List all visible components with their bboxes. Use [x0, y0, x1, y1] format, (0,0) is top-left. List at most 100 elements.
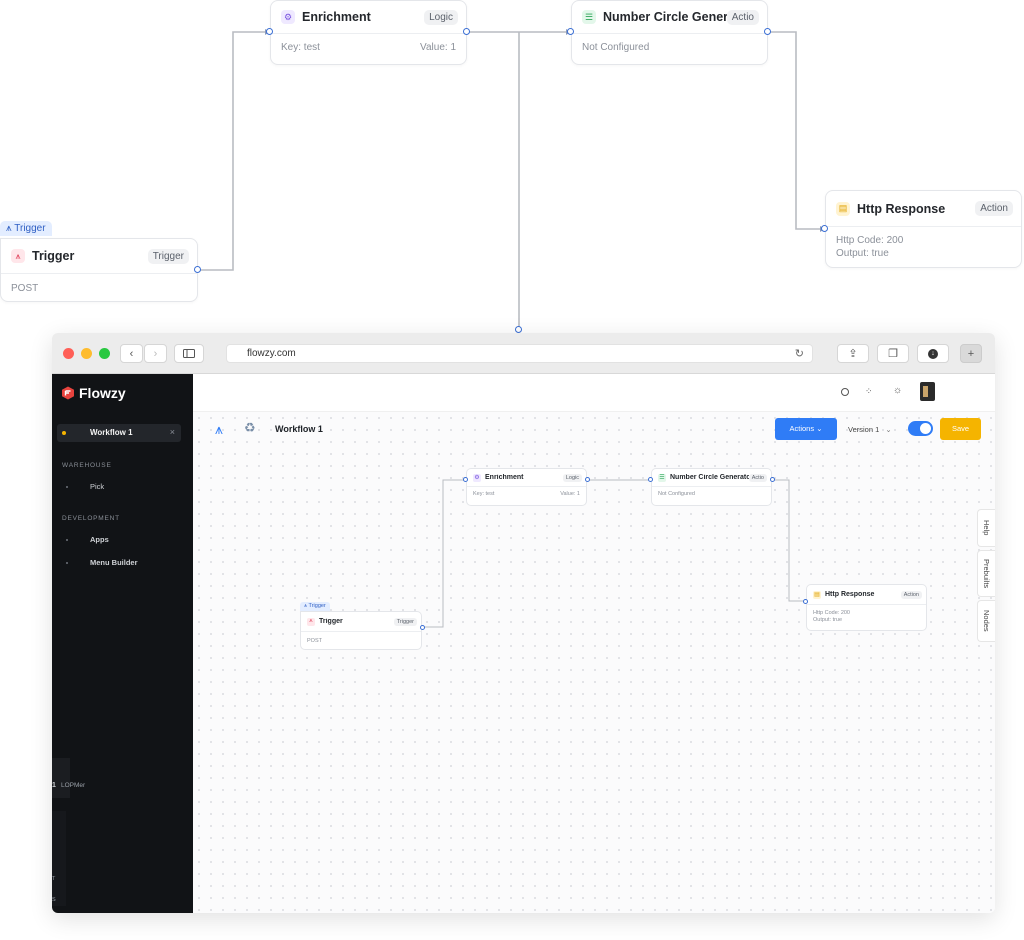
edge-trigger-enrichment [198, 31, 270, 271]
avatar[interactable] [920, 382, 935, 401]
node-tag: Action [975, 201, 1013, 216]
sidebar-workflow-tab[interactable]: Workflow 1 × [57, 424, 181, 442]
trigger-label: ⩚ Trigger [300, 602, 330, 611]
edge-number-http [772, 479, 806, 602]
input-port[interactable] [463, 477, 468, 482]
circle-icon[interactable] [841, 388, 849, 396]
sidebar-icon [183, 349, 195, 358]
bullet-icon [66, 486, 68, 489]
sidebar-item-menu-builder[interactable]: Menu Builder [66, 558, 138, 567]
forward-button[interactable]: › [144, 344, 167, 363]
input-port[interactable] [266, 28, 273, 35]
chevron-right-icon: › [153, 347, 158, 360]
tab-prebuilts[interactable]: Prebuilts [977, 550, 995, 597]
node-header: ⩚ Trigger Trigger [1, 239, 197, 274]
download-icon: ↓ [928, 348, 938, 359]
input-port[interactable] [821, 225, 828, 232]
ghost-text: LOPMer [61, 782, 86, 789]
node-number-circle-generator[interactable]: ☰ Number Circle Generator Actio Not Conf… [571, 0, 768, 65]
node-body: Http Code: 200 Output: true [836, 234, 1011, 260]
node-title: Number Circle Generator [670, 474, 749, 481]
sidebar-item-label: Menu Builder [90, 558, 138, 567]
node-tag: Actio [748, 473, 767, 482]
back-button[interactable]: ‹ [120, 344, 143, 363]
share-button[interactable]: ⇪ [837, 344, 869, 363]
browser-window: ‹ › flowzy.com ↻ ⇪ ❐ ↓ + Flowzy Workflow… [52, 333, 995, 913]
tab-label: Prebuilts [982, 558, 991, 589]
apps-grid-icon[interactable]: ⁘ [865, 386, 873, 397]
output-port[interactable] [463, 28, 470, 35]
tab-help[interactable]: Help [977, 509, 995, 547]
node-body: POST [11, 283, 39, 294]
trigger-icon: ⩚ [307, 617, 315, 626]
node-title: Http Response [825, 591, 875, 598]
tab-label: Help [982, 520, 991, 536]
brand-logo[interactable]: Flowzy [61, 385, 126, 401]
ghost-text: 1 [52, 782, 56, 789]
app-header: ⁘ ☼ [193, 374, 995, 412]
close-icon[interactable]: × [170, 427, 175, 437]
trigger-label-text: Trigger [308, 603, 326, 609]
status-dot [62, 431, 66, 435]
file-icon: ▤ [836, 201, 850, 216]
output-port[interactable] [764, 28, 771, 35]
output-port[interactable] [770, 477, 775, 482]
input-port[interactable] [803, 599, 808, 604]
sidebar-toggle-button[interactable] [174, 344, 204, 363]
section-warehouse: WAREHOUSE [62, 462, 112, 469]
node-enrichment[interactable]: ⚙ Enrichment Logic Key: test Value: 1 [270, 0, 467, 65]
output-port[interactable] [420, 625, 425, 630]
new-tab-button[interactable]: + [960, 344, 982, 363]
node-tag: Logic [562, 473, 582, 482]
connector-end-port [515, 326, 522, 333]
workflow-canvas[interactable]: ⩚ ♻ Workflow 1 Actions ⌄ Version 1 ⌄ Sav… [193, 412, 995, 913]
node-number-circle-generator[interactable]: ☰ Number Circle Generator Actio Not Conf… [651, 468, 772, 506]
node-body: Not Configured [658, 491, 695, 497]
node-header: ⩚ Trigger Trigger [301, 612, 421, 632]
enrichment-icon: ⚙ [473, 473, 481, 482]
minimize-window-button[interactable] [81, 348, 92, 359]
stage: ⚙ Enrichment Logic Key: test Value: 1 ☰ … [0, 0, 1024, 940]
sidebar-item-pick[interactable]: Pick [66, 482, 104, 491]
trigger-label-icon: ⩚ [304, 603, 308, 609]
node-title: Http Response [857, 201, 946, 216]
tab-label: Nodes [982, 610, 991, 632]
node-enrichment[interactable]: ⚙ Enrichment Logic Key: test Value: 1 [466, 468, 587, 506]
url-bar[interactable]: flowzy.com ↻ [226, 344, 813, 363]
tab-nodes[interactable]: Nodes [977, 600, 995, 642]
node-header: ⚙ Enrichment Logic [467, 469, 586, 487]
downloads-button[interactable]: ↓ [917, 344, 949, 363]
http-output: Output: true [813, 617, 843, 623]
output-port[interactable] [194, 266, 201, 273]
node-trigger[interactable]: ⩚ Trigger Trigger POST [300, 611, 422, 650]
input-port[interactable] [567, 28, 574, 35]
tabs-icon: ❐ [888, 348, 898, 360]
node-http-response[interactable]: ▤ Http Response Action Http Code: 200 Ou… [806, 584, 927, 631]
tabs-button[interactable]: ❐ [877, 344, 909, 363]
ghost-panel [52, 758, 70, 798]
sidebar-item-apps[interactable]: Apps [66, 535, 109, 544]
edge-trigger-enrichment [422, 479, 466, 628]
node-body: Not Configured [582, 42, 650, 53]
node-tag: Actio [726, 9, 759, 25]
node-body: Key: test Value: 1 [281, 41, 456, 54]
trigger-icon: ⩚ [11, 249, 25, 263]
trigger-label: ⩚ Trigger [0, 221, 52, 236]
sidebar-item-label: Apps [90, 535, 109, 544]
maximize-window-button[interactable] [99, 348, 110, 359]
reload-icon[interactable]: ↻ [795, 345, 804, 363]
url-text: flowzy.com [247, 348, 296, 359]
node-trigger[interactable]: ⩚ Trigger Trigger POST [0, 238, 198, 302]
node-tag: Trigger [393, 617, 417, 626]
sun-icon[interactable]: ☼ [893, 385, 902, 396]
section-development: DEVELOPMENT [62, 515, 120, 522]
close-window-button[interactable] [63, 348, 74, 359]
output-port[interactable] [585, 477, 590, 482]
node-body: Key: test Value: 1 [473, 491, 580, 498]
input-port[interactable] [648, 477, 653, 482]
node-header: ☰ Number Circle Generator Actio [652, 469, 771, 487]
node-tag: Trigger [147, 248, 189, 264]
avatar-detail [923, 386, 928, 397]
node-http-response[interactable]: ▤ Http Response Action Http Code: 200 Ou… [825, 190, 1022, 268]
ghost-text: T [52, 876, 56, 882]
